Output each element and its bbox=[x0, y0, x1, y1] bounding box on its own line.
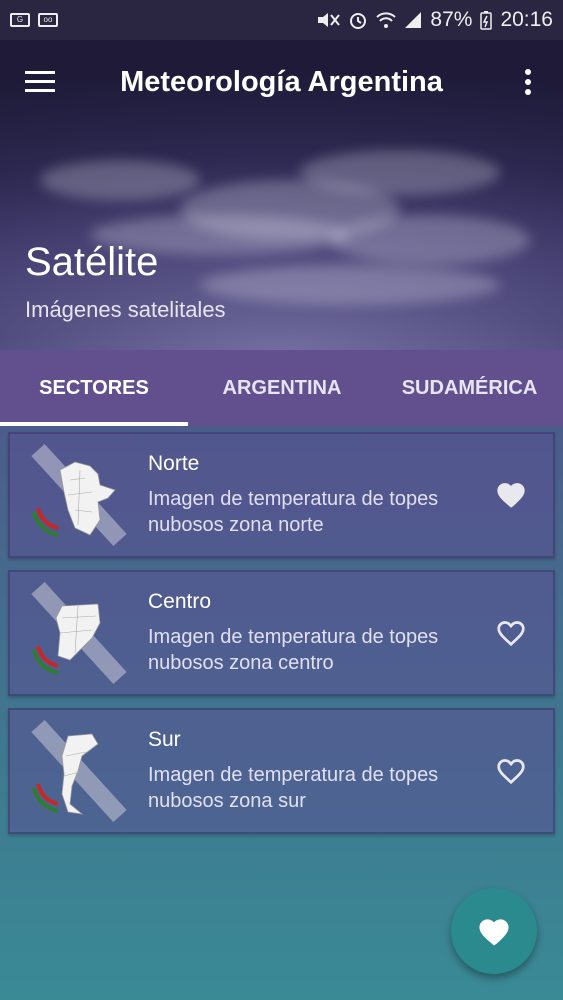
satellite-thumbnail bbox=[20, 578, 140, 688]
status-left: G oo bbox=[10, 13, 58, 27]
item-title: Norte bbox=[148, 452, 200, 475]
app-title: Meteorología Argentina bbox=[120, 65, 443, 98]
mute-icon bbox=[316, 10, 341, 30]
hamburger-menu-icon bbox=[25, 71, 55, 92]
clock: 20:16 bbox=[500, 8, 553, 31]
item-title: Sur bbox=[148, 728, 181, 751]
app-bar: Meteorología Argentina bbox=[0, 40, 563, 124]
battery-percent: 87% bbox=[430, 8, 473, 31]
tab-bar: SECTORES ARGENTINA SUDAMÉRICA bbox=[0, 350, 563, 426]
item-description: Imagen de temperatura de topes nubosos z… bbox=[148, 764, 439, 812]
sector-list: Norte Imagen de temperatura de topes nub… bbox=[8, 432, 555, 846]
favorite-button[interactable] bbox=[491, 474, 531, 514]
heart-filled-icon bbox=[497, 483, 525, 508]
satellite-thumbnail bbox=[20, 716, 140, 826]
card-text: Norte Imagen de temperatura de topes nub… bbox=[148, 452, 448, 538]
item-description: Imagen de temperatura de topes nubosos z… bbox=[148, 626, 439, 674]
more-options-button[interactable] bbox=[493, 40, 563, 124]
card-text: Centro Imagen de temperatura de topes nu… bbox=[148, 590, 448, 676]
voicemail-icon: oo bbox=[38, 13, 58, 27]
hero-header: Meteorología Argentina Satélite Imágenes… bbox=[0, 40, 563, 350]
tab-sectores[interactable]: SECTORES bbox=[0, 350, 188, 426]
list-item-norte[interactable]: Norte Imagen de temperatura de topes nub… bbox=[8, 432, 555, 558]
tab-sudamerica[interactable]: SUDAMÉRICA bbox=[376, 350, 563, 426]
status-right: 87% 20:16 bbox=[316, 8, 553, 32]
favorites-fab-button[interactable] bbox=[451, 888, 537, 974]
heart-icon bbox=[479, 919, 509, 946]
favorite-button[interactable] bbox=[491, 750, 531, 790]
alarm-icon bbox=[348, 10, 368, 30]
menu-button[interactable] bbox=[0, 40, 80, 124]
page-subtitle: Imágenes satelitales bbox=[25, 297, 226, 322]
list-item-centro[interactable]: Centro Imagen de temperatura de topes nu… bbox=[8, 570, 555, 696]
page-title: Satélite bbox=[25, 240, 159, 284]
list-item-sur[interactable]: Sur Imagen de temperatura de topes nubos… bbox=[8, 708, 555, 834]
favorite-button[interactable] bbox=[491, 612, 531, 652]
gallery-icon: G bbox=[10, 13, 30, 27]
signal-icon bbox=[404, 11, 422, 29]
wifi-icon bbox=[376, 11, 397, 29]
tab-argentina[interactable]: ARGENTINA bbox=[188, 350, 376, 426]
item-title: Centro bbox=[148, 590, 212, 613]
heart-outline-icon bbox=[497, 759, 525, 785]
battery-icon bbox=[480, 10, 493, 30]
heart-outline-icon bbox=[497, 621, 525, 647]
status-bar: G oo 87% 20:16 bbox=[0, 0, 563, 40]
satellite-thumbnail bbox=[20, 440, 140, 550]
item-description: Imagen de temperatura de topes nubosos z… bbox=[148, 488, 439, 536]
more-vert-icon bbox=[525, 69, 531, 95]
card-text: Sur Imagen de temperatura de topes nubos… bbox=[148, 728, 448, 814]
